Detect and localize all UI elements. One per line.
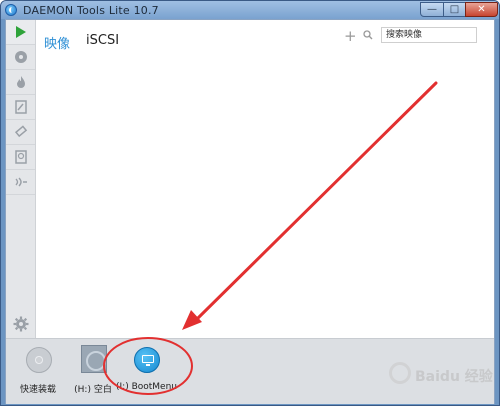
image-editor-icon: [14, 100, 27, 114]
dock-item-label: 快速装载: [19, 385, 56, 395]
search-icon[interactable]: [363, 30, 373, 40]
sidebar-item-hdd[interactable]: [6, 145, 35, 170]
tab-images[interactable]: 映像: [44, 33, 70, 52]
watermark: Baidu 经验: [383, 352, 497, 402]
search-input[interactable]: 搜索映像: [381, 27, 477, 43]
quick-mount-disc-icon: [26, 347, 52, 373]
flame-icon: [16, 76, 25, 88]
hard-disk-icon: [14, 150, 27, 164]
main-area: 映像 iSCSI + 搜索映像 快速装载 (H:) 空白 (I:) BootMe…: [5, 19, 495, 404]
add-image-icon[interactable]: +: [344, 29, 357, 44]
dock-item-drive-h[interactable]: (H:) 空白: [63, 339, 123, 405]
sidebar-item-disc[interactable]: [6, 45, 35, 70]
disc-icon: [14, 51, 27, 63]
dock-item-label: (H:) 空白: [74, 385, 112, 395]
dock-item-label: (I:) BootMenu: [116, 382, 177, 392]
virtual-drive-icon: [81, 345, 107, 373]
network-icon: [14, 177, 27, 187]
boot-drive-icon: [134, 347, 160, 373]
dock-item-drive-i[interactable]: (I:) BootMenu: [116, 339, 177, 405]
sidebar-item-usb[interactable]: [6, 120, 35, 145]
window-title: DAEMON Tools Lite 10.7: [23, 4, 159, 17]
close-button[interactable]: ✕: [465, 2, 498, 17]
tab-iscsi[interactable]: iSCSI: [86, 33, 119, 48]
watermark-text: Baidu 经验: [415, 369, 493, 385]
app-logo-icon: [5, 4, 17, 16]
play-icon: [15, 26, 26, 38]
dock-item-quick-mount[interactable]: 快速装载: [8, 339, 68, 405]
sidebar-item-editor[interactable]: [6, 95, 35, 120]
maximize-button[interactable]: □: [443, 2, 466, 17]
monitor-icon: [142, 355, 154, 366]
sidebar-item-burn[interactable]: [6, 70, 35, 95]
app-window: DAEMON Tools Lite 10.7 — □ ✕ 映像 iSCSI + …: [0, 0, 500, 406]
gear-icon[interactable]: [13, 316, 29, 332]
watermark-paw-icon: [389, 362, 411, 384]
sidebar-item-play[interactable]: [6, 20, 35, 45]
usb-icon: [14, 125, 27, 138]
sidebar: [6, 20, 36, 338]
minimize-button[interactable]: —: [420, 2, 444, 17]
sidebar-item-network[interactable]: [6, 170, 35, 195]
title-bar[interactable]: DAEMON Tools Lite 10.7 — □ ✕: [1, 1, 499, 19]
